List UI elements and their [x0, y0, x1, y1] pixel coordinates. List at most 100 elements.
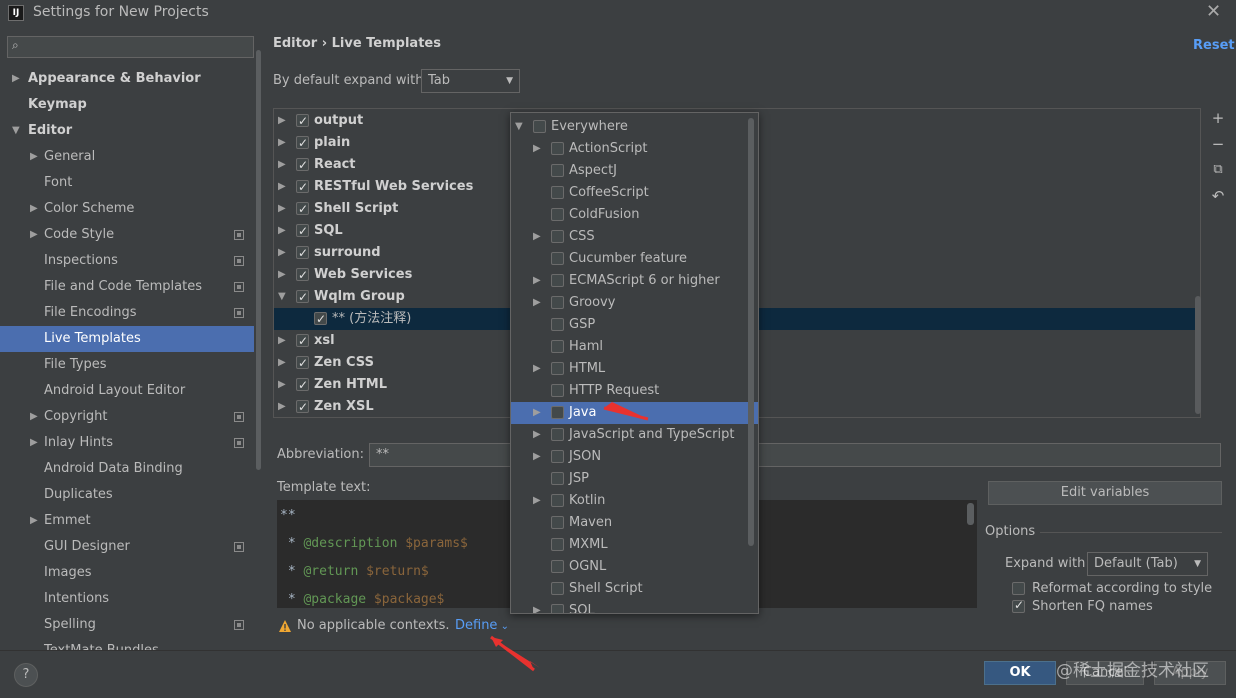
context-checkbox[interactable]: [551, 450, 564, 463]
context-item[interactable]: ▶ ECMAScript 6 or higher: [511, 270, 758, 292]
remove-icon[interactable]: −: [1210, 136, 1226, 152]
sidebar-item[interactable]: ▶ Color Scheme: [0, 196, 254, 222]
template-checkbox[interactable]: [296, 396, 309, 417]
reset-link[interactable]: Reset: [1193, 38, 1235, 53]
add-icon[interactable]: +: [1210, 110, 1226, 126]
abbreviation-input[interactable]: **: [369, 443, 1221, 467]
context-checkbox[interactable]: [551, 538, 564, 551]
define-link[interactable]: Define ⌄: [455, 618, 509, 633]
context-checkbox[interactable]: [551, 384, 564, 397]
context-item[interactable]: ▶ Java: [511, 402, 758, 424]
chevron-right-icon[interactable]: ▶: [30, 508, 38, 534]
context-checkbox[interactable]: [551, 230, 564, 243]
chevron-right-icon[interactable]: ▶: [533, 402, 541, 424]
sidebar-item[interactable]: Android Data Binding: [0, 456, 254, 482]
context-checkbox[interactable]: [551, 472, 564, 485]
chevron-right-icon[interactable]: ▶: [278, 242, 286, 264]
sidebar-item[interactable]: ▼ Editor: [0, 118, 254, 144]
chevron-down-icon[interactable]: ▼: [278, 286, 286, 308]
chevron-right-icon[interactable]: ▶: [278, 198, 286, 220]
template-checkbox[interactable]: [296, 110, 309, 132]
context-item[interactable]: Maven: [511, 512, 758, 534]
context-item[interactable]: ▶ JavaScript and TypeScript: [511, 424, 758, 446]
sidebar-item[interactable]: Live Templates: [0, 326, 254, 352]
sidebar-item[interactable]: Spelling: [0, 612, 254, 638]
chevron-right-icon[interactable]: ▶: [533, 270, 541, 292]
sidebar-item[interactable]: ▶ Inlay Hints: [0, 430, 254, 456]
template-checkbox[interactable]: [314, 308, 327, 330]
context-item[interactable]: JSP: [511, 468, 758, 490]
context-item[interactable]: MXML: [511, 534, 758, 556]
chevron-right-icon[interactable]: ▶: [30, 144, 38, 170]
close-icon[interactable]: ✕: [1206, 1, 1221, 22]
ok-button[interactable]: OK: [984, 661, 1056, 685]
context-checkbox[interactable]: [551, 428, 564, 441]
sidebar-item[interactable]: ▶ Code Style: [0, 222, 254, 248]
context-item[interactable]: HTTP Request: [511, 380, 758, 402]
template-checkbox[interactable]: [296, 176, 309, 198]
context-checkbox[interactable]: [551, 274, 564, 287]
context-checkbox[interactable]: [551, 318, 564, 331]
chevron-right-icon[interactable]: ▶: [30, 404, 38, 430]
chevron-down-icon[interactable]: ▼: [515, 116, 523, 138]
chevron-right-icon[interactable]: ▶: [278, 220, 286, 242]
templates-scrollbar[interactable]: [1195, 296, 1201, 414]
context-item[interactable]: ▶ Groovy: [511, 292, 758, 314]
context-item[interactable]: ▼ Everywhere: [511, 116, 758, 138]
chevron-right-icon[interactable]: ▶: [278, 132, 286, 154]
context-item[interactable]: ▶ ActionScript: [511, 138, 758, 160]
template-checkbox[interactable]: [296, 264, 309, 286]
chevron-down-icon[interactable]: ▼: [12, 118, 20, 144]
context-item[interactable]: ▶ Kotlin: [511, 490, 758, 512]
context-item[interactable]: ▶ HTML: [511, 358, 758, 380]
restore-icon[interactable]: ↶: [1210, 188, 1226, 204]
edit-variables-button[interactable]: Edit variables: [988, 481, 1222, 505]
sidebar-item[interactable]: Images: [0, 560, 254, 586]
context-item[interactable]: Cucumber feature: [511, 248, 758, 270]
template-checkbox[interactable]: [296, 330, 309, 352]
reformat-checkbox[interactable]: [1012, 582, 1025, 595]
chevron-right-icon[interactable]: ▶: [278, 110, 286, 132]
sidebar-item[interactable]: Android Layout Editor: [0, 378, 254, 404]
popup-scrollbar[interactable]: [748, 118, 754, 546]
sidebar-item[interactable]: Duplicates: [0, 482, 254, 508]
sidebar-item[interactable]: Keymap: [0, 92, 254, 118]
copy-icon[interactable]: ⧉: [1210, 162, 1226, 178]
sidebar-item[interactable]: ▶ General: [0, 144, 254, 170]
help-button[interactable]: ?: [14, 663, 38, 687]
editor-scrollbar[interactable]: [967, 503, 974, 525]
template-checkbox[interactable]: [296, 220, 309, 242]
template-checkbox[interactable]: [296, 242, 309, 264]
template-checkbox[interactable]: [296, 374, 309, 396]
context-item[interactable]: ▶ JSON: [511, 446, 758, 468]
chevron-right-icon[interactable]: ▶: [533, 424, 541, 446]
chevron-right-icon[interactable]: ▶: [533, 600, 541, 613]
default-expand-select[interactable]: Tab ▼: [421, 69, 520, 93]
chevron-right-icon[interactable]: ▶: [278, 264, 286, 286]
context-checkbox[interactable]: [551, 142, 564, 155]
context-item[interactable]: Haml: [511, 336, 758, 358]
sidebar-item[interactable]: File Types: [0, 352, 254, 378]
chevron-right-icon[interactable]: ▶: [533, 446, 541, 468]
template-checkbox[interactable]: [296, 154, 309, 176]
context-item[interactable]: ▶ SQL: [511, 600, 758, 613]
template-checkbox[interactable]: [296, 352, 309, 374]
chevron-right-icon[interactable]: ▶: [278, 352, 286, 374]
chevron-right-icon[interactable]: ▶: [30, 222, 38, 248]
context-item[interactable]: OGNL: [511, 556, 758, 578]
sidebar-item[interactable]: ▶ Emmet: [0, 508, 254, 534]
chevron-right-icon[interactable]: ▶: [533, 226, 541, 248]
context-checkbox[interactable]: [551, 560, 564, 573]
template-checkbox[interactable]: [296, 198, 309, 220]
sidebar-item[interactable]: Intentions: [0, 586, 254, 612]
chevron-right-icon[interactable]: ▶: [533, 292, 541, 314]
context-item[interactable]: Shell Script: [511, 578, 758, 600]
sidebar-item[interactable]: File and Code Templates: [0, 274, 254, 300]
context-checkbox[interactable]: [551, 252, 564, 265]
chevron-right-icon[interactable]: ▶: [30, 196, 38, 222]
template-checkbox[interactable]: [296, 132, 309, 154]
context-item[interactable]: ▶ CSS: [511, 226, 758, 248]
context-checkbox[interactable]: [551, 582, 564, 595]
chevron-right-icon[interactable]: ▶: [278, 330, 286, 352]
template-checkbox[interactable]: [296, 286, 309, 308]
